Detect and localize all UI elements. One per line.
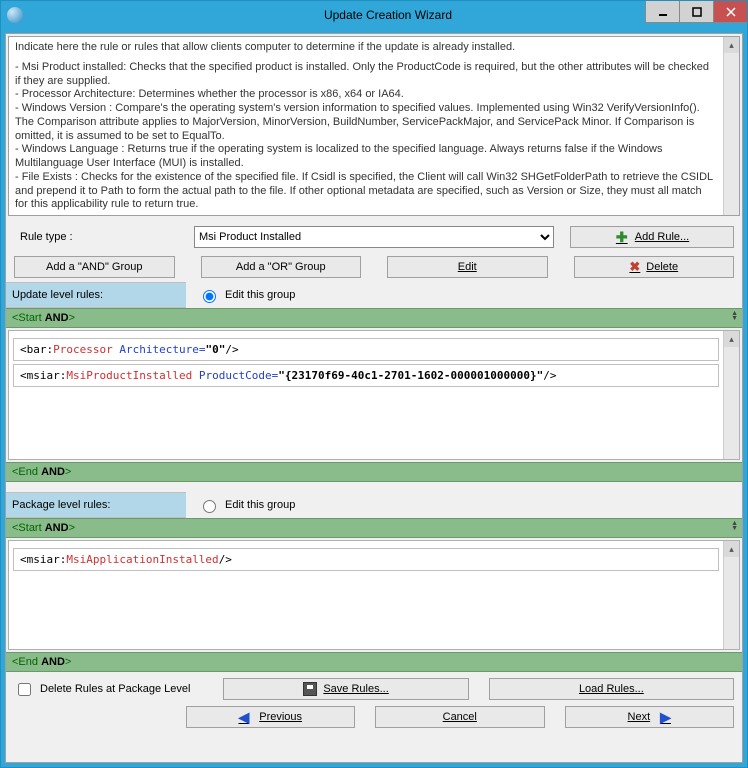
add-rule-button[interactable]: ✚ Add Rule... bbox=[570, 226, 734, 248]
updown-icon[interactable]: ▲▼ bbox=[731, 521, 738, 531]
rule-msi-application[interactable]: <msiar:MsiApplicationInstalled/> bbox=[13, 548, 719, 571]
help-proc: - Processor Architecture: Determines whe… bbox=[15, 88, 717, 102]
updown-icon[interactable]: ▲▼ bbox=[731, 311, 738, 321]
edit-group-label: Edit this group bbox=[225, 289, 295, 301]
update-rules-scrollbar[interactable]: ▴ bbox=[723, 331, 739, 459]
next-button[interactable]: Next ▶ bbox=[565, 706, 735, 728]
package-end-and[interactable]: <End AND> bbox=[6, 652, 742, 672]
package-level-label: Package level rules: bbox=[6, 492, 186, 518]
window-title: Update Creation Wizard bbox=[29, 8, 747, 22]
help-pane: Indicate here the rule or rules that all… bbox=[8, 36, 740, 216]
scroll-up-icon[interactable]: ▴ bbox=[724, 541, 739, 557]
package-rules-scrollbar[interactable]: ▴ bbox=[723, 541, 739, 649]
delete-button[interactable]: ✖ Delete bbox=[574, 256, 735, 278]
delete-rules-label: Delete Rules at Package Level bbox=[40, 683, 190, 695]
add-or-group-button[interactable]: Add a "OR" Group bbox=[201, 256, 362, 278]
save-rules-button[interactable]: Save Rules... bbox=[223, 678, 468, 700]
add-rule-label: Add Rule... bbox=[635, 231, 689, 243]
minimize-button[interactable] bbox=[645, 1, 679, 23]
update-start-and[interactable]: <Start AND> ▲▼ bbox=[6, 308, 742, 328]
scroll-up-icon[interactable]: ▴ bbox=[724, 331, 739, 347]
rule-msi-product[interactable]: <msiar:MsiProductInstalled ProductCode="… bbox=[13, 364, 719, 387]
ruletype-select[interactable]: Msi Product Installed bbox=[194, 226, 554, 248]
scroll-up-icon[interactable]: ▴ bbox=[724, 37, 739, 53]
edit-group-radio-package[interactable] bbox=[203, 500, 216, 513]
load-rules-button[interactable]: Load Rules... bbox=[489, 678, 734, 700]
app-icon bbox=[7, 7, 23, 23]
help-winver: - Windows Version : Compare's the operat… bbox=[15, 102, 717, 143]
help-scrollbar[interactable]: ▴ bbox=[723, 37, 739, 215]
previous-button[interactable]: ◀ Previous bbox=[186, 706, 356, 728]
arrow-left-icon: ◀ bbox=[238, 709, 249, 726]
ruletype-label: Rule type : bbox=[14, 231, 184, 243]
help-msi: - Msi Product installed: Checks that the… bbox=[15, 61, 717, 89]
help-intro: Indicate here the rule or rules that all… bbox=[15, 41, 717, 55]
rule-processor[interactable]: <bar:Processor Architecture="0"/> bbox=[13, 338, 719, 361]
update-end-and[interactable]: <End AND> bbox=[6, 462, 742, 482]
edit-group-radio-update[interactable] bbox=[203, 290, 216, 303]
edit-button[interactable]: Edit bbox=[387, 256, 548, 278]
arrow-right-icon: ▶ bbox=[660, 709, 671, 726]
cancel-button[interactable]: Cancel bbox=[375, 706, 545, 728]
save-icon bbox=[303, 682, 317, 696]
delete-icon: ✖ bbox=[629, 259, 640, 275]
plus-icon: ✚ bbox=[615, 230, 629, 244]
maximize-button[interactable] bbox=[679, 1, 713, 23]
close-button[interactable] bbox=[713, 1, 747, 23]
help-fileexists: - File Exists : Checks for the existence… bbox=[15, 171, 717, 212]
titlebar: Update Creation Wizard bbox=[1, 1, 747, 29]
update-level-label: Update level rules: bbox=[6, 282, 186, 308]
delete-rules-checkbox[interactable] bbox=[18, 683, 31, 696]
edit-group-label-pkg: Edit this group bbox=[225, 499, 295, 511]
add-and-group-button[interactable]: Add a "AND" Group bbox=[14, 256, 175, 278]
help-winlang: - Windows Language : Returns true if the… bbox=[15, 143, 717, 171]
package-start-and[interactable]: <Start AND> ▲▼ bbox=[6, 518, 742, 538]
